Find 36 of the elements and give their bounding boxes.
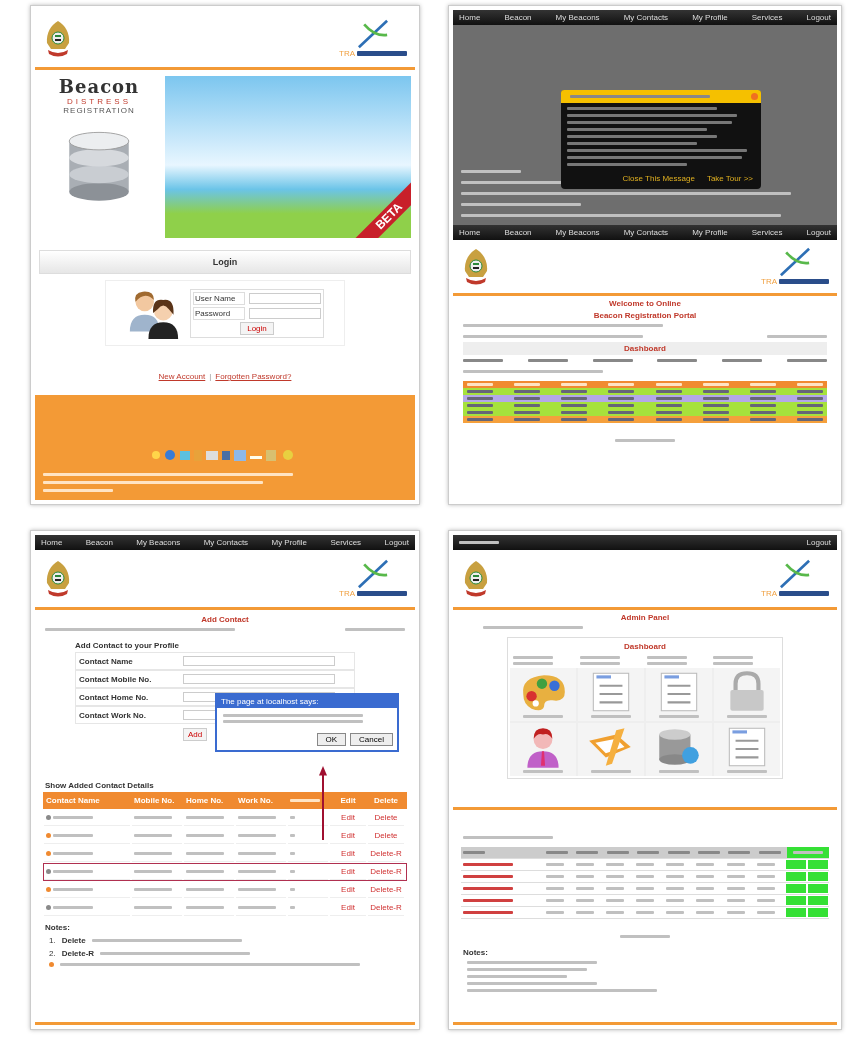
column-header: Work No. [237,795,274,807]
column-header: Contact Name [45,795,101,807]
brand-subtitle: REGISTRATION [63,106,135,115]
brand-title: Beacon [58,76,140,97]
brand-subtitle: DISTRESS [67,97,131,106]
field-label: Contact Name [79,656,134,666]
separator: | [209,372,212,381]
note-term: Delete [61,936,86,945]
dashboard-heading: Dashboard [623,641,667,653]
column-header: Edit [339,795,357,807]
note-number: 2. [49,949,56,958]
dialog-title: The page at localhost says: [217,695,397,708]
field-label: Contact Mobile No. [79,674,153,684]
field-label: User Name [193,291,245,305]
field-label: Contact Home No. [79,692,150,702]
page-title: Add Contact [200,615,250,624]
logo-text: TRA [761,277,777,286]
page-title: Admin Panel [619,613,671,622]
logo-text: TRA [339,589,355,598]
welcome-title: Welcome to Online [608,299,682,308]
column-header: Delete [373,795,399,807]
note-term: Delete-R [61,949,95,958]
portal-title: Beacon Registration Portal [592,311,698,320]
column-header: Home No. [185,795,225,807]
table-title: Show Added Contact Details [45,781,154,790]
logo-text: TRA [761,589,777,598]
field-label: Contact Work No. [79,710,147,720]
column-header: Mobile No. [133,795,176,807]
note-number: 1. [49,936,56,945]
form-title: Add Contact to your Profile [75,641,180,650]
field-label: Password [193,306,245,320]
dashboard-heading: Dashboard [463,342,827,355]
logo-text: TRA [339,49,355,58]
login-heading: Login [39,250,411,274]
notes-title: Notes: [463,948,489,957]
notes-title: Notes: [45,923,71,932]
